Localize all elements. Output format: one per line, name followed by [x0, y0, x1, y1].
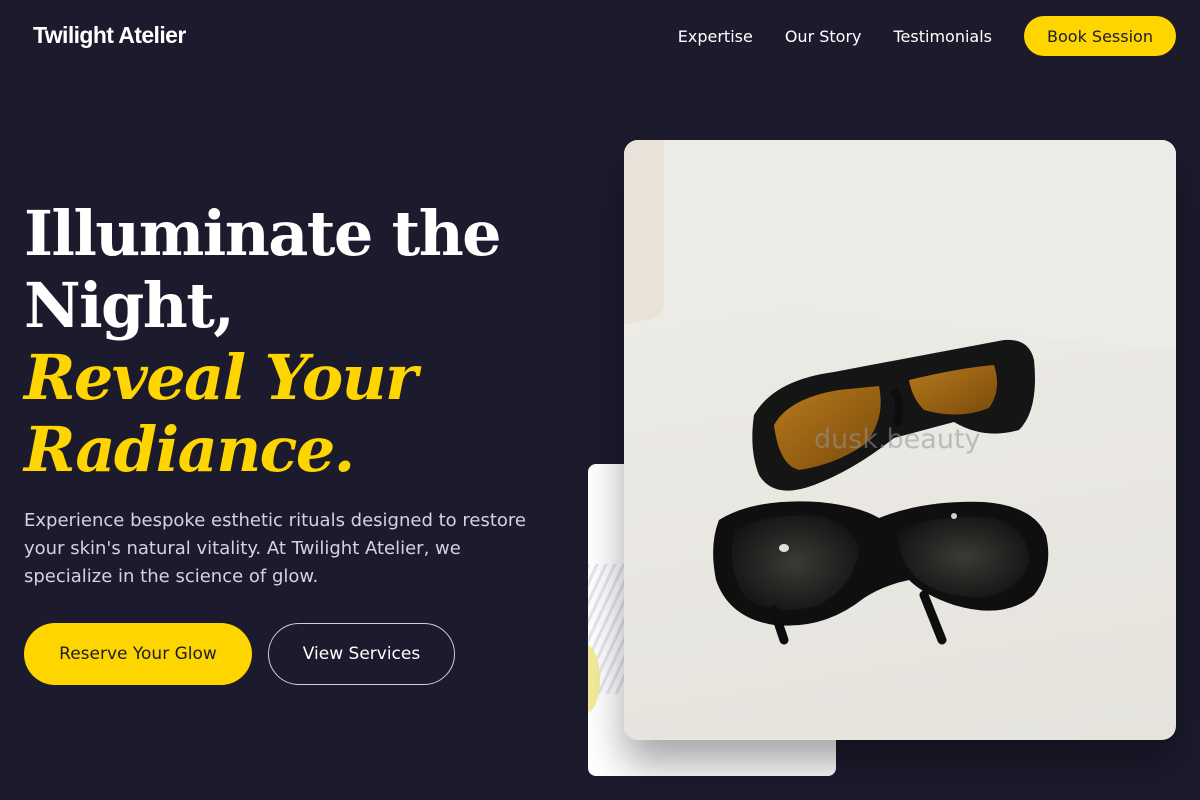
- wall-panel: [624, 140, 664, 325]
- brand-logo[interactable]: Twilight Atelier: [33, 22, 186, 49]
- hero-accent-line-2: Radiance.: [24, 413, 355, 486]
- nav-link-our-story[interactable]: Our Story: [785, 27, 862, 46]
- hero-photo-goggles: dusk.beauty: [624, 140, 1176, 740]
- amber-goggles: [752, 339, 1035, 491]
- wall-shadow: [664, 140, 1176, 350]
- hero-accent-line-1: Reveal Your: [24, 341, 418, 414]
- book-session-button[interactable]: Book Session: [1024, 16, 1176, 56]
- nav-link-testimonials[interactable]: Testimonials: [894, 27, 993, 46]
- main-nav: Expertise Our Story Testimonials Book Se…: [678, 16, 1176, 56]
- nav-link-expertise[interactable]: Expertise: [678, 27, 753, 46]
- hero-title-line-2: Night,: [24, 269, 235, 342]
- reserve-glow-button[interactable]: Reserve Your Glow: [24, 623, 252, 685]
- hero-title-line-1: Illuminate the: [24, 197, 502, 270]
- hero-description: Experience bespoke esthetic rituals desi…: [24, 510, 526, 587]
- image-watermark: dusk.beauty: [814, 424, 981, 455]
- view-services-button[interactable]: View Services: [268, 623, 455, 685]
- hero-title: Illuminate the Night, Reveal Your Radian…: [24, 198, 584, 486]
- dark-goggles: [713, 501, 1049, 645]
